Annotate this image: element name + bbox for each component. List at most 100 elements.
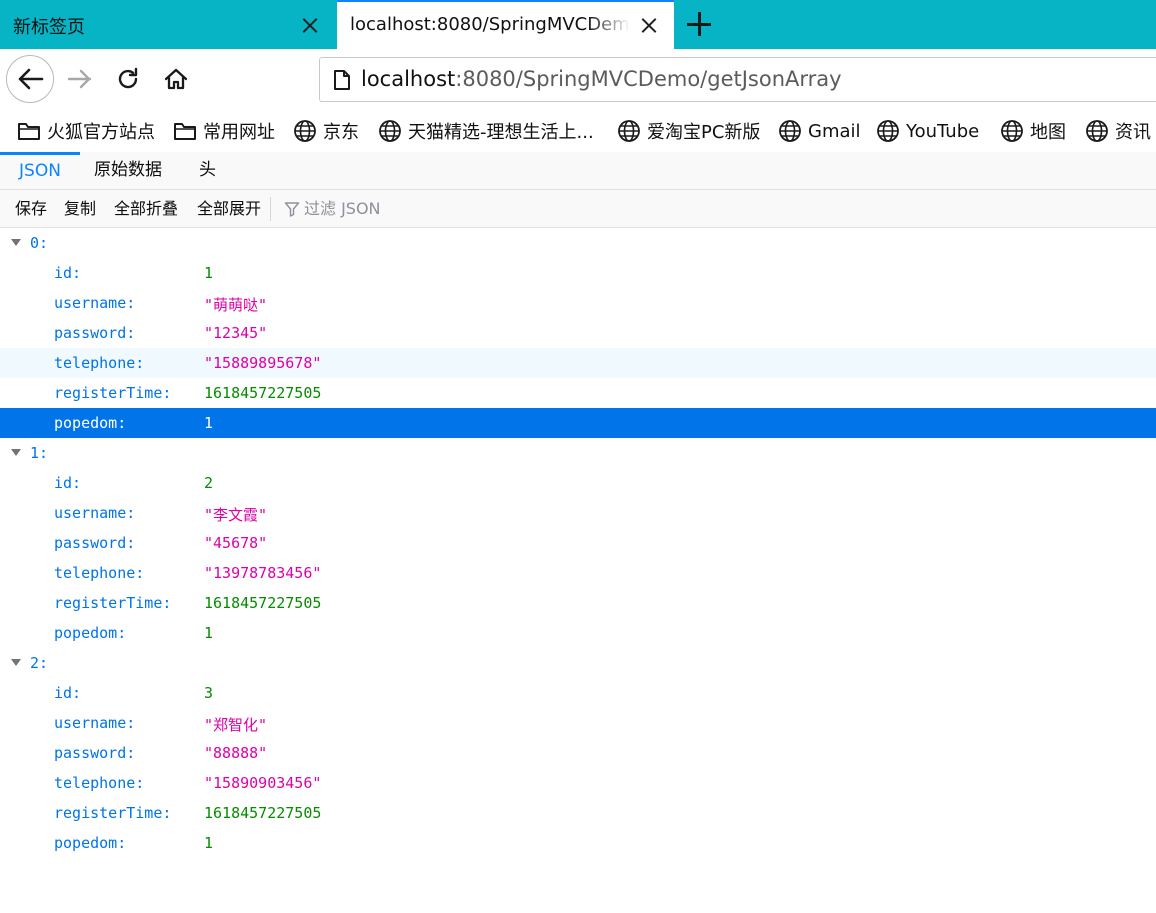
json-value: "萌萌哒": [204, 296, 268, 314]
json-key: popedom:: [54, 624, 127, 642]
tab-raw-data[interactable]: 原始数据: [94, 152, 162, 189]
json-value: "郑智化": [204, 716, 268, 734]
expand-triangle-icon[interactable]: [11, 659, 21, 666]
reload-button[interactable]: [112, 62, 144, 96]
tab-new-tab[interactable]: 新标签页: [0, 0, 336, 49]
bookmark-folder-common[interactable]: 常用网址: [173, 116, 275, 146]
json-key: telephone:: [54, 774, 145, 792]
bookmark-label: 爱淘宝PC新版: [647, 122, 761, 143]
globe-icon: [877, 120, 899, 142]
filter-json-input[interactable]: [304, 195, 604, 221]
bookmark-news[interactable]: 资讯: [1085, 116, 1151, 146]
json-value: 1: [204, 834, 214, 852]
json-property-row[interactable]: username: "郑智化": [0, 708, 1156, 738]
json-property-row[interactable]: password: "12345": [0, 318, 1156, 348]
json-property-row-hovered[interactable]: telephone: "15889895678": [0, 348, 1156, 378]
json-value: 1: [204, 624, 214, 642]
json-value: "15890903456": [204, 774, 322, 792]
forward-button[interactable]: [64, 62, 96, 96]
url-text[interactable]: localhost:8080/SpringMVCDemo/getJsonArra…: [361, 67, 842, 91]
bookmark-label: 资讯: [1115, 122, 1151, 143]
json-key: popedom:: [54, 414, 127, 432]
bookmark-map[interactable]: 地图: [1000, 116, 1066, 146]
json-key: password:: [54, 744, 136, 762]
json-key: 2:: [30, 654, 49, 672]
json-object-row[interactable]: 1:: [0, 438, 1156, 468]
bookmark-gmail[interactable]: Gmail: [778, 116, 861, 146]
json-key: password:: [54, 324, 136, 342]
json-value: "88888": [204, 744, 268, 762]
json-property-row[interactable]: username: "李文霞": [0, 498, 1156, 528]
folder-icon: [18, 123, 40, 140]
json-value: 1618457227505: [204, 384, 322, 402]
copy-button[interactable]: 复制: [64, 190, 96, 227]
globe-icon: [779, 120, 801, 142]
close-tab-icon[interactable]: [639, 15, 659, 35]
json-key: id:: [54, 684, 82, 702]
save-button[interactable]: 保存: [15, 190, 47, 227]
expand-all-button[interactable]: 全部展开: [197, 190, 261, 227]
json-property-row[interactable]: password: "45678": [0, 528, 1156, 558]
json-key: telephone:: [54, 564, 145, 582]
tab-headers[interactable]: 头: [199, 152, 216, 189]
json-value: 1: [204, 414, 214, 432]
json-property-row[interactable]: registerTime: 1618457227505: [0, 588, 1156, 618]
json-viewer-tabs: JSON 原始数据 头: [0, 152, 1156, 190]
json-property-row[interactable]: popedom: 1: [0, 828, 1156, 858]
json-key: username:: [54, 504, 136, 522]
json-property-row[interactable]: registerTime: 1618457227505: [0, 798, 1156, 828]
json-key: registerTime:: [54, 384, 172, 402]
home-icon: [164, 68, 188, 90]
json-value: 1618457227505: [204, 594, 322, 612]
json-value: "15889895678": [204, 354, 322, 372]
globe-icon: [618, 120, 640, 142]
json-property-row[interactable]: popedom: 1: [0, 618, 1156, 648]
expand-triangle-icon[interactable]: [11, 449, 21, 456]
bookmark-youtube[interactable]: YouTube: [876, 116, 979, 146]
json-key: id:: [54, 474, 82, 492]
globe-icon: [294, 120, 316, 142]
json-key: id:: [54, 264, 82, 282]
bookmark-tmall[interactable]: 天猫精选-理想生活上...: [378, 116, 594, 146]
tab-json-page[interactable]: localhost:8080/SpringMVCDemo/getJsonArra…: [337, 0, 674, 49]
globe-icon: [379, 120, 401, 142]
page-icon: [334, 70, 350, 90]
json-object-row[interactable]: 0:: [0, 228, 1156, 258]
new-tab-plus-icon[interactable]: [686, 11, 712, 37]
bookmark-label: 天猫精选-理想生活上...: [408, 122, 594, 143]
json-value: 2: [204, 474, 214, 492]
filter-icon: [284, 202, 300, 217]
json-key: username:: [54, 714, 136, 732]
toolbar-divider: [270, 197, 271, 221]
json-value: 3: [204, 684, 214, 702]
navigation-toolbar: localhost:8080/SpringMVCDemo/getJsonArra…: [0, 49, 1156, 110]
json-property-row[interactable]: password: "88888": [0, 738, 1156, 768]
bookmark-label: 常用网址: [203, 122, 275, 143]
json-property-row[interactable]: telephone: "13978783456": [0, 558, 1156, 588]
json-value: 1: [204, 264, 214, 282]
bookmark-aitaobao[interactable]: 爱淘宝PC新版: [617, 116, 760, 146]
home-button[interactable]: [160, 62, 192, 96]
back-button[interactable]: [6, 55, 54, 103]
bookmark-folder-firefox[interactable]: 火狐官方站点: [17, 116, 155, 146]
address-bar[interactable]: localhost:8080/SpringMVCDemo/getJsonArra…: [319, 57, 1156, 102]
json-property-row[interactable]: id: 1: [0, 258, 1156, 288]
url-path: :8080/SpringMVCDemo/getJsonArray: [455, 67, 842, 91]
reload-icon: [118, 67, 138, 89]
json-key: popedom:: [54, 834, 127, 852]
json-value: "13978783456": [204, 564, 322, 582]
json-object-row[interactable]: 2:: [0, 648, 1156, 678]
json-property-row[interactable]: registerTime: 1618457227505: [0, 378, 1156, 408]
json-property-row[interactable]: telephone: "15890903456": [0, 768, 1156, 798]
expand-triangle-icon[interactable]: [11, 239, 21, 246]
json-property-row[interactable]: id: 2: [0, 468, 1156, 498]
bookmarks-toolbar: 火狐官方站点 常用网址 京东 天猫精选-理想生活上... 爱淘宝PC新版 Gma…: [0, 110, 1156, 152]
bookmark-jd[interactable]: 京东: [293, 116, 359, 146]
tab-json[interactable]: JSON: [0, 152, 80, 189]
close-tab-icon[interactable]: [300, 15, 320, 35]
json-property-row[interactable]: id: 3: [0, 678, 1156, 708]
json-key: telephone:: [54, 354, 145, 372]
json-property-row-selected[interactable]: popedom: 1: [0, 408, 1156, 438]
collapse-all-button[interactable]: 全部折叠: [114, 190, 178, 227]
json-property-row[interactable]: username: "萌萌哒": [0, 288, 1156, 318]
